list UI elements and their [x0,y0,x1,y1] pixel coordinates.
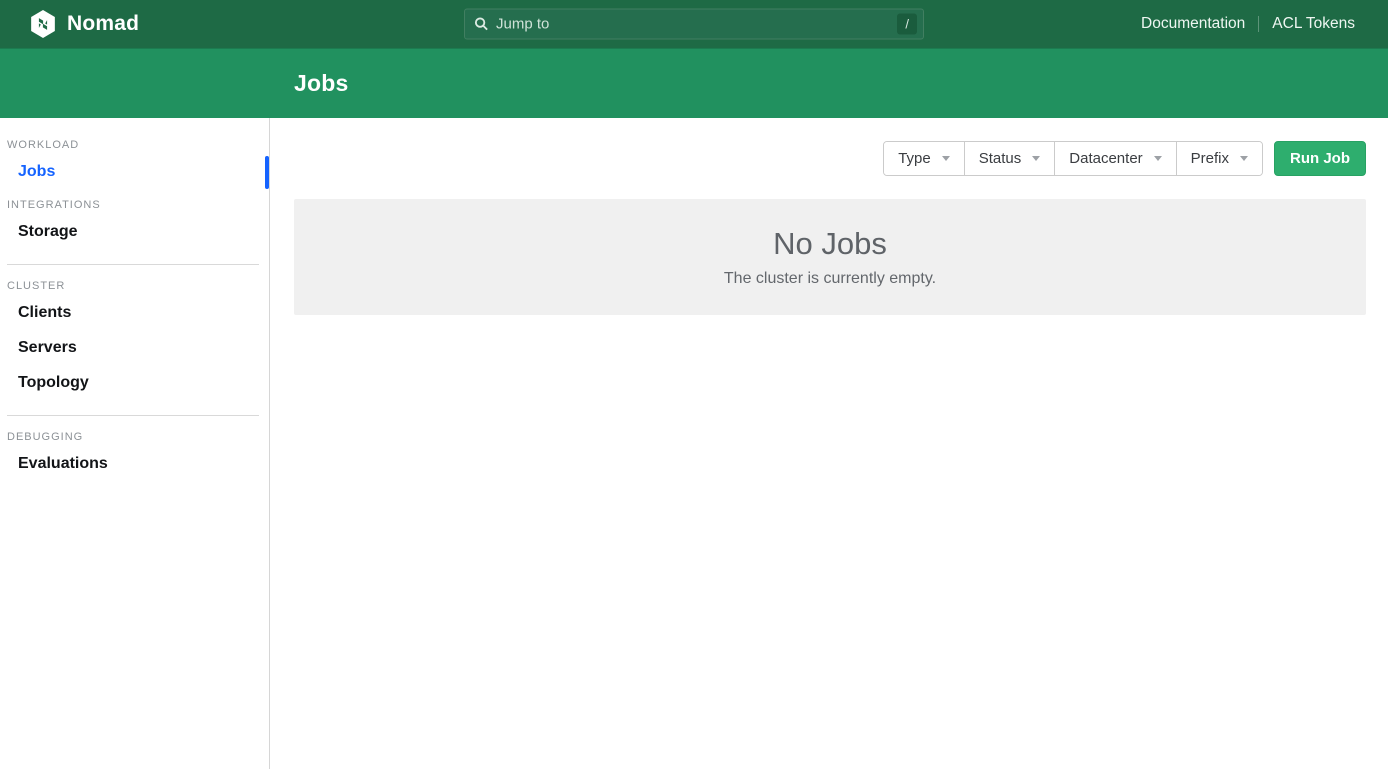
chevron-down-icon [1154,156,1162,161]
filter-datacenter-label: Datacenter [1069,150,1142,167]
chevron-down-icon [942,156,950,161]
filter-bar: Type Status Datacenter Prefix [883,141,1263,176]
link-separator [1258,16,1259,32]
main-content: Type Status Datacenter Prefix Run Job [270,118,1388,769]
brand-name: Nomad [67,12,139,36]
sidebar-divider [7,415,259,416]
chevron-down-icon [1240,156,1248,161]
sidebar-section-workload: WORKLOAD [0,130,269,155]
filter-type-label: Type [898,150,931,167]
sidebar-item-servers[interactable]: Servers [0,331,269,366]
layout: WORKLOAD Jobs INTEGRATIONS Storage CLUST… [0,118,1388,769]
filter-status-label: Status [979,150,1022,167]
search-input[interactable] [496,16,897,33]
sidebar-section-debugging: DEBUGGING [0,422,269,447]
sidebar-item-evaluations[interactable]: Evaluations [0,447,269,482]
search-icon [474,17,489,32]
sidebar-item-jobs[interactable]: Jobs [0,155,269,190]
page-title: Jobs [294,70,348,97]
slash-shortcut-badge: / [897,14,917,35]
filter-datacenter-dropdown[interactable]: Datacenter [1055,142,1176,175]
acl-tokens-link[interactable]: ACL Tokens [1272,15,1355,33]
empty-state-message: The cluster is currently empty. [724,270,936,288]
sidebar-divider [7,264,259,265]
toolbar: Type Status Datacenter Prefix Run Job [294,141,1366,176]
empty-state-title: No Jobs [773,226,887,262]
sidebar-item-storage[interactable]: Storage [0,215,269,250]
sidebar: WORKLOAD Jobs INTEGRATIONS Storage CLUST… [0,118,270,769]
sidebar-item-topology[interactable]: Topology [0,366,269,401]
nomad-logo-link[interactable]: Nomad [30,10,139,38]
filter-prefix-dropdown[interactable]: Prefix [1177,142,1262,175]
jump-to-search[interactable]: / [464,9,924,40]
sidebar-section-cluster: CLUSTER [0,271,269,296]
sidebar-item-clients[interactable]: Clients [0,296,269,331]
top-navbar: Nomad / Documentation ACL Tokens [0,0,1388,48]
nomad-logo-icon [30,10,56,38]
page-header: Jobs [0,48,1388,118]
run-job-button[interactable]: Run Job [1274,141,1366,176]
empty-state: No Jobs The cluster is currently empty. [294,199,1366,315]
sidebar-section-integrations: INTEGRATIONS [0,190,269,215]
filter-type-dropdown[interactable]: Type [884,142,965,175]
filter-prefix-label: Prefix [1191,150,1229,167]
filter-status-dropdown[interactable]: Status [965,142,1056,175]
topnav-links: Documentation ACL Tokens [1141,15,1355,33]
documentation-link[interactable]: Documentation [1141,15,1245,33]
chevron-down-icon [1032,156,1040,161]
